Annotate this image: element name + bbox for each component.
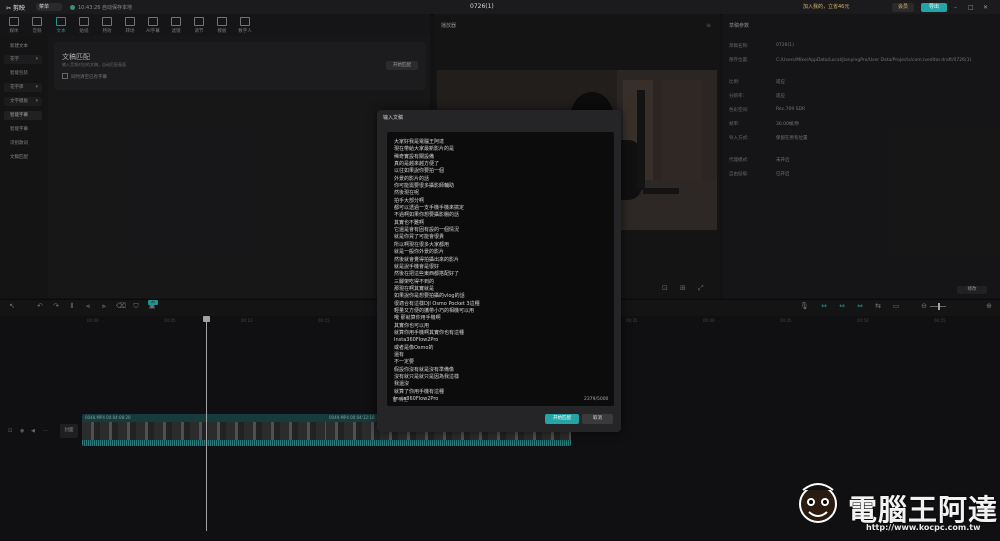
logo-icon: ✂	[6, 5, 12, 12]
title-bar	[0, 0, 1000, 15]
maximize-icon[interactable]: □	[968, 4, 974, 11]
script-line: 假設你沒有就是沒有準備像	[394, 366, 455, 373]
script-line: 或者是像Osmo的	[394, 344, 434, 351]
cloud-icon	[70, 5, 75, 10]
dialog-start-match-button[interactable]: 开始匹配	[545, 414, 579, 424]
script-line: 以往如果說你要拍一個	[394, 168, 445, 175]
script-line: 然後在把這些東西都搭配好了	[394, 271, 460, 278]
menu-button[interactable]: 菜单	[36, 3, 62, 11]
script-line: 不過啊如果你想要攝影棚的話	[394, 212, 460, 219]
script-line: 就是你買了可能會很貴	[394, 234, 445, 241]
script-line: 不一定要	[394, 359, 415, 366]
watermark-url: http://www.kocpc.com.tw	[866, 523, 981, 532]
script-line: 就是一般你外景的影片	[394, 249, 445, 256]
close-icon[interactable]: ✕	[983, 4, 988, 11]
script-line: Insta360Flow2Pro	[394, 396, 439, 403]
dialog-title: 输入文稿	[383, 115, 404, 121]
script-line: 三腳架吃得不到的	[394, 278, 435, 285]
script-line: 其實你也可以用	[394, 322, 430, 329]
script-line: 很適合有這樣DJI Osmo Pocket 3這種	[394, 300, 480, 307]
dialog-cancel-button[interactable]: 取消	[582, 414, 613, 424]
app-name: 剪映	[12, 5, 25, 12]
character-count: 2379/5000	[584, 397, 609, 402]
app-logo: ✂ 剪映	[6, 3, 25, 12]
mascot-logo	[799, 483, 837, 523]
project-title: 0726(1)	[470, 3, 494, 10]
script-line: 然後就會覺得拍攝出來的影片	[394, 256, 460, 263]
clear-script-button[interactable]: 🗑 清空	[392, 397, 408, 403]
autosave-status: 10:43:26 自动保存本地	[70, 4, 132, 11]
trash-icon: 🗑	[392, 398, 398, 403]
autosave-text: 10:43:26 自动保存本地	[78, 5, 133, 11]
script-lines: 大家好我是電腦王阿達 現在帶給大家最新影片的是 稀奇實設有關設備 真的是越來越方便了以…	[394, 139, 609, 403]
script-textarea[interactable]: 大家好我是電腦王阿達 現在帶給大家最新影片的是 稀奇實設有關設備 真的是越來越方便了以…	[387, 132, 614, 406]
script-line: 我還沒	[394, 381, 410, 388]
script-line: 還有	[394, 351, 405, 358]
script-line: 現在帶給大家最新影片的是	[394, 146, 455, 153]
script-line: 然後現在呢	[394, 190, 420, 197]
script-line: 稀奇實設有關設備	[394, 153, 435, 160]
script-line: 就算你用手機啊其實你也有這種	[394, 329, 465, 336]
script-line: 沒有就只是就只是因為我這樣	[394, 374, 460, 380]
script-line: Insta360Flow2Pro	[394, 337, 439, 344]
script-line: 哦 那就算你用手機啊	[394, 315, 441, 322]
script-line: 你可能需要很多攝影師輔助	[394, 183, 455, 190]
script-line: 如果說你是想要拍攝的vlog的話	[394, 293, 465, 300]
pro-button[interactable]: 会员	[892, 3, 914, 12]
script-line: 拍手大部分啊	[394, 197, 425, 204]
minimize-icon[interactable]: –	[954, 4, 957, 11]
script-line: 外景的影片的話	[394, 175, 430, 182]
script-line: 就算了你用手機有這種	[394, 388, 445, 395]
export-button[interactable]: 导出	[921, 3, 947, 12]
upgrade-link[interactable]: 加入我的，立省46元	[803, 3, 849, 10]
